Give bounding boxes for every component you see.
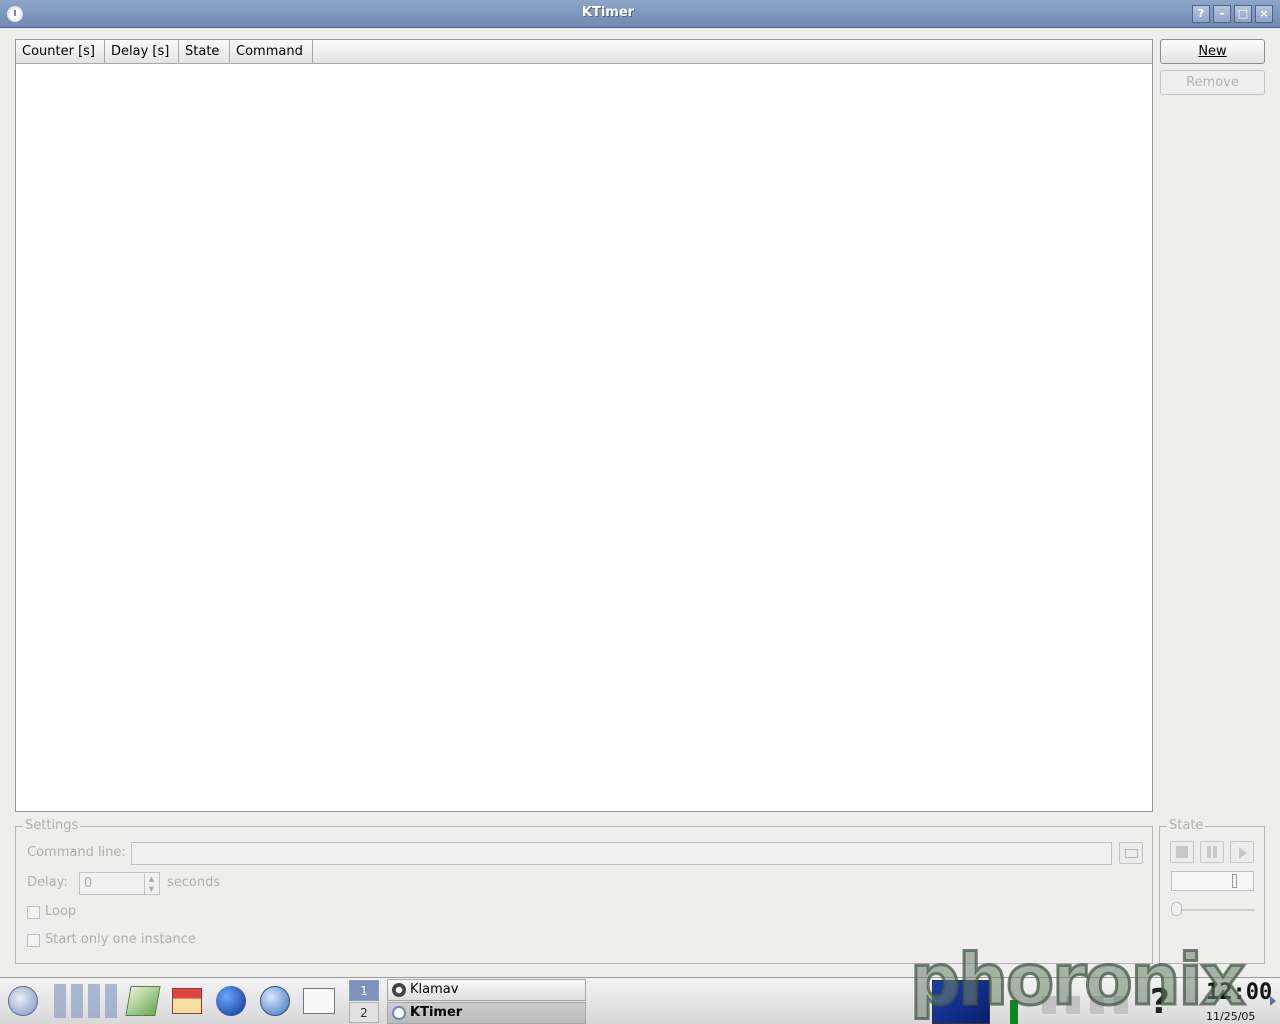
delay-spinbox[interactable]: 0 ▲ ▼ bbox=[79, 872, 160, 895]
seconds-label: seconds bbox=[167, 875, 221, 890]
new-button-label: New bbox=[1198, 44, 1227, 59]
title-bar: KTimer ? – □ × bbox=[0, 0, 1280, 28]
task-ktimer[interactable]: KTimer bbox=[387, 1002, 586, 1024]
desktop-1-button[interactable]: 1 bbox=[349, 980, 379, 1001]
pause-button[interactable] bbox=[1200, 841, 1224, 863]
stop-button[interactable] bbox=[1170, 841, 1194, 863]
help-button[interactable]: ? bbox=[1192, 5, 1210, 23]
delay-value: 0 bbox=[84, 876, 93, 891]
column-counter[interactable]: Counter [s] bbox=[16, 40, 105, 63]
desktop-2-button[interactable]: 2 bbox=[349, 1002, 379, 1023]
state-slider-handle[interactable] bbox=[1171, 902, 1182, 916]
spin-up-icon[interactable]: ▲ bbox=[144, 874, 158, 884]
timer-list[interactable]: Counter [s] Delay [s] State Command bbox=[15, 39, 1153, 812]
quick-launch-icons[interactable] bbox=[54, 984, 120, 1018]
stop-icon bbox=[1176, 846, 1188, 858]
command-line-input[interactable] bbox=[131, 842, 1112, 865]
close-button[interactable]: × bbox=[1255, 5, 1273, 23]
home-folder-icon[interactable] bbox=[172, 988, 202, 1014]
phoronix-watermark: phoronix bbox=[909, 939, 1248, 1022]
k-menu-icon[interactable] bbox=[8, 986, 38, 1016]
column-state[interactable]: State bbox=[179, 40, 230, 63]
delay-label: Delay: bbox=[27, 875, 68, 890]
klamav-icon bbox=[392, 983, 406, 997]
task-klamav-label: Klamav bbox=[410, 982, 459, 997]
loop-checkbox[interactable] bbox=[27, 906, 40, 919]
play-icon bbox=[1239, 847, 1247, 859]
column-delay[interactable]: Delay [s] bbox=[105, 40, 179, 63]
browse-folder-button[interactable] bbox=[1119, 842, 1143, 864]
ktimer-icon bbox=[392, 1006, 406, 1020]
spin-down-icon[interactable]: ▼ bbox=[144, 884, 158, 894]
state-progress-bar bbox=[1171, 871, 1254, 891]
pause-icon bbox=[1207, 846, 1211, 858]
list-header: Counter [s] Delay [s] State Command bbox=[16, 40, 1152, 64]
progress-caret bbox=[1232, 874, 1237, 888]
one-instance-checkbox[interactable] bbox=[27, 934, 40, 947]
browser-globe-icon[interactable] bbox=[216, 986, 246, 1016]
panel-hide-arrow-icon[interactable] bbox=[1270, 996, 1276, 1006]
settings-legend: Settings bbox=[23, 818, 81, 833]
state-legend: State bbox=[1167, 818, 1206, 833]
window-title: KTimer bbox=[581, 5, 635, 20]
new-button[interactable]: New bbox=[1160, 39, 1265, 64]
remove-button-label: Remove bbox=[1186, 75, 1239, 90]
task-klamav[interactable]: Klamav bbox=[387, 979, 586, 1001]
one-instance-label: Start only one instance bbox=[45, 932, 196, 947]
kmail-icon[interactable] bbox=[303, 988, 335, 1014]
minimize-button[interactable]: – bbox=[1213, 5, 1231, 23]
start-button[interactable] bbox=[1230, 841, 1254, 863]
konqueror-icon[interactable] bbox=[260, 986, 290, 1016]
loop-label: Loop bbox=[45, 904, 77, 919]
folder-icon bbox=[1125, 849, 1138, 858]
remove-button[interactable]: Remove bbox=[1160, 70, 1265, 95]
state-slider-track bbox=[1175, 909, 1255, 911]
kwrite-icon[interactable] bbox=[125, 986, 161, 1016]
maximize-button[interactable]: □ bbox=[1234, 5, 1252, 23]
task-ktimer-label: KTimer bbox=[410, 1005, 463, 1020]
column-command[interactable]: Command bbox=[230, 40, 313, 63]
command-line-label: Command line: bbox=[27, 845, 126, 860]
